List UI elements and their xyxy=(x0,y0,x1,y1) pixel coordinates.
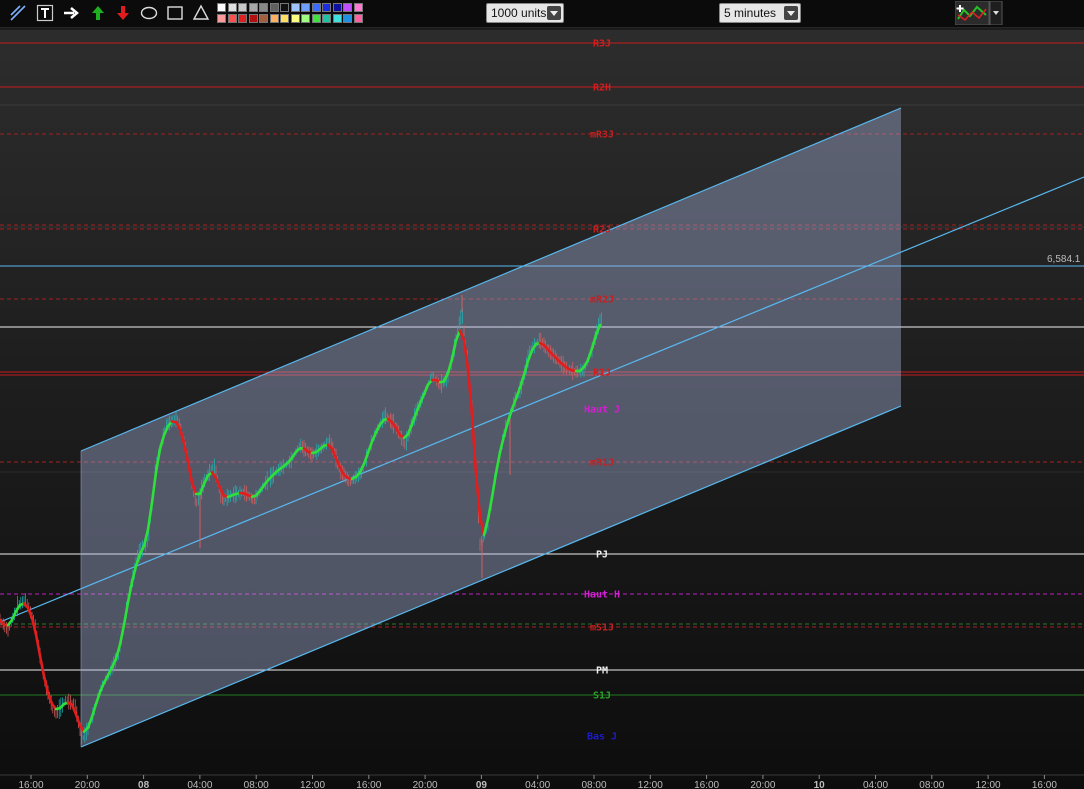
pivot-level-label: mR1J xyxy=(590,458,614,469)
time-axis-label: 04:00 xyxy=(525,780,550,789)
text-tool-button[interactable] xyxy=(35,3,55,23)
arrow-down-tool-button[interactable] xyxy=(113,3,133,23)
arrow-down-tool-icon xyxy=(117,6,129,20)
units-value: 1000 units xyxy=(491,6,547,20)
color-swatch[interactable] xyxy=(332,13,342,23)
color-swatch[interactable] xyxy=(332,3,342,12)
color-swatch[interactable] xyxy=(269,3,279,12)
color-swatch[interactable] xyxy=(248,3,258,12)
color-swatch[interactable] xyxy=(301,3,310,12)
color-swatch[interactable] xyxy=(238,3,247,12)
time-axis-label: 16:00 xyxy=(18,780,43,789)
units-dropdown[interactable]: 1000 units xyxy=(486,3,564,23)
arrow-right-tool-button[interactable] xyxy=(61,3,81,23)
pivot-level-label: R1J xyxy=(593,368,611,379)
color-swatch[interactable] xyxy=(248,13,258,23)
pivot-level-label: mR2J xyxy=(590,295,614,306)
time-axis-label: 04:00 xyxy=(187,780,212,789)
time-axis-label: 10 xyxy=(814,780,826,789)
timeframe-value: 5 minutes xyxy=(724,6,777,20)
time-axis-label: 12:00 xyxy=(638,780,663,789)
color-swatch[interactable] xyxy=(259,3,268,12)
trading-platform-window: 1000 units 5 minutes R3J R2H mR3J R2J mR2J R1… xyxy=(0,0,1084,789)
indicator-menu-button[interactable] xyxy=(954,0,1003,26)
pivot-level-label: mS1J xyxy=(590,623,614,634)
ellipse-tool-button[interactable] xyxy=(139,3,159,23)
pivot-level-label: Bas J xyxy=(587,732,617,743)
arrow-up-tool-icon xyxy=(92,6,104,20)
color-swatch[interactable] xyxy=(227,3,237,12)
time-axis-label: 12:00 xyxy=(976,780,1001,789)
time-axis-label: 08:00 xyxy=(581,780,606,789)
indicator-menu-icon xyxy=(954,0,1003,26)
pivot-level-label: R3J xyxy=(593,39,611,50)
pivot-level-label: S1J xyxy=(593,691,611,702)
pivot-level-label: mR3J xyxy=(590,130,614,141)
time-axis-label: 04:00 xyxy=(863,780,888,789)
rectangle-tool-icon xyxy=(167,6,183,20)
time-axis-label: 20:00 xyxy=(413,780,438,789)
color-swatch[interactable] xyxy=(217,3,226,12)
time-axis-label: 20:00 xyxy=(750,780,775,789)
price-chart[interactable]: R3J R2H mR3J R2J mR2J R1J Haut J mR1J PJ Haut H mS… xyxy=(0,27,1084,789)
color-swatch[interactable] xyxy=(301,13,310,23)
color-swatch[interactable] xyxy=(322,13,331,23)
color-swatch[interactable] xyxy=(322,3,331,12)
timeframe-dropdown[interactable]: 5 minutes xyxy=(719,3,801,23)
time-axis-label: 08:00 xyxy=(244,780,269,789)
price-line-label: 6,584.1 xyxy=(1047,254,1081,265)
arrow-right-tool-icon xyxy=(64,7,79,19)
pivot-level-label: PJ xyxy=(596,550,608,561)
time-axis-label: 08:00 xyxy=(919,780,944,789)
time-axis-label: 12:00 xyxy=(300,780,325,789)
trendline-tool-icon xyxy=(10,5,26,21)
pivot-level-label: Haut J xyxy=(584,405,620,416)
triangle-tool-button[interactable] xyxy=(191,3,211,23)
regression-channel-fill xyxy=(81,108,901,747)
time-axis-label: 16:00 xyxy=(694,780,719,789)
color-swatch[interactable] xyxy=(343,3,352,12)
trendline-tool-button[interactable] xyxy=(8,3,28,23)
time-axis-label: 16:00 xyxy=(1032,780,1057,789)
color-swatch[interactable] xyxy=(217,13,226,23)
pivot-level-label: R2J xyxy=(593,225,611,236)
chevron-down-icon xyxy=(547,6,561,20)
rectangle-tool-button[interactable] xyxy=(165,3,185,23)
color-swatch[interactable] xyxy=(269,13,279,23)
time-axis-label: 09 xyxy=(476,780,488,789)
moving-average-segment xyxy=(34,633,42,657)
color-swatch[interactable] xyxy=(290,3,300,12)
color-swatch[interactable] xyxy=(311,13,321,23)
arrow-up-tool-button[interactable] xyxy=(88,3,108,23)
color-swatch[interactable] xyxy=(353,3,363,12)
pivot-level-label: PM xyxy=(596,666,608,677)
color-swatch[interactable] xyxy=(353,13,363,23)
moving-average-segment xyxy=(38,654,46,678)
time-axis-label: 20:00 xyxy=(75,780,100,789)
color-swatch[interactable] xyxy=(259,13,268,23)
triangle-tool-icon xyxy=(192,4,210,20)
drawing-toolbar: 1000 units 5 minutes xyxy=(0,0,1084,28)
color-swatch[interactable] xyxy=(311,3,321,12)
color-swatch[interactable] xyxy=(343,13,352,23)
pivot-level-label: R2H xyxy=(593,83,611,94)
chevron-down-icon xyxy=(784,6,798,20)
pivot-level-label: Haut H xyxy=(584,590,620,601)
ellipse-tool-icon xyxy=(140,6,158,20)
time-axis-label: 16:00 xyxy=(356,780,381,789)
text-tool-icon xyxy=(36,4,54,22)
color-swatch[interactable] xyxy=(290,13,300,23)
color-swatch[interactable] xyxy=(227,13,237,23)
color-swatch[interactable] xyxy=(280,13,289,23)
color-swatch[interactable] xyxy=(280,3,289,12)
color-swatch[interactable] xyxy=(238,13,247,23)
moving-average-segment xyxy=(10,609,18,622)
time-axis-label: 08 xyxy=(138,780,150,789)
